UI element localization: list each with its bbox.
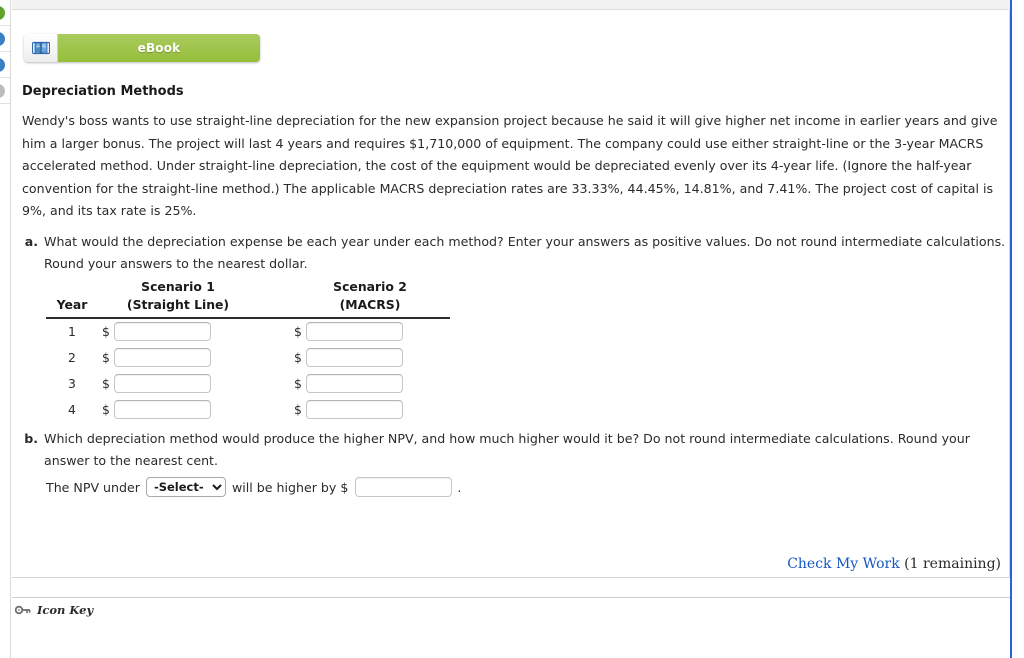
header-gap xyxy=(258,297,290,315)
input-macrs-year-4[interactable] xyxy=(306,399,403,419)
currency-symbol: $ xyxy=(294,324,302,339)
cell-straight-line: $ xyxy=(98,396,258,422)
npv-suffix-text: . xyxy=(457,479,462,495)
header-scenario1-top: Scenario 1 xyxy=(141,279,215,294)
currency-symbol: $ xyxy=(102,324,110,339)
table-row: 2 $ $ xyxy=(46,344,450,370)
input-straight-line-year-1[interactable] xyxy=(114,322,211,341)
cell-macrs: $ xyxy=(290,344,450,370)
input-straight-line-year-4[interactable] xyxy=(114,399,211,419)
part-a-label: a. xyxy=(24,234,38,249)
rail-row[interactable] xyxy=(0,78,10,104)
npv-method-select[interactable]: -Select- xyxy=(145,477,226,497)
ebook-button[interactable]: eBook xyxy=(24,34,260,62)
rail-row[interactable] xyxy=(0,0,10,26)
input-straight-line-year-3[interactable] xyxy=(114,373,211,393)
cell-straight-line: $ xyxy=(98,370,258,396)
input-macrs-year-3[interactable] xyxy=(306,373,403,393)
question-card: eBook Depreciation Methods Wendy's boss … xyxy=(12,11,1010,617)
cell-year: 2 xyxy=(68,349,76,365)
table-row: 1 $ $ xyxy=(46,318,450,344)
part-a-text: What would the depreciation expense be e… xyxy=(44,234,1006,271)
part-b-label: b. xyxy=(24,431,38,446)
check-my-work-remaining: (1 remaining) xyxy=(899,556,1001,572)
input-macrs-year-2[interactable] xyxy=(306,347,403,367)
cell-gap xyxy=(258,396,290,422)
cell-year: 1 xyxy=(68,324,76,339)
icon-key-label: Icon Key xyxy=(37,603,94,617)
content-frame: eBook Depreciation Methods Wendy's boss … xyxy=(12,0,1012,658)
npv-middle-text: will be higher by $ xyxy=(231,479,349,495)
currency-symbol: $ xyxy=(294,375,302,391)
icon-key-row[interactable]: Icon Key xyxy=(12,597,1010,617)
rail-dot-gray[interactable] xyxy=(0,84,5,98)
header-gap xyxy=(258,279,290,297)
cell-straight-line: $ xyxy=(98,318,258,344)
question-part-b: b. Which depreciation method would produ… xyxy=(22,428,1006,472)
npv-answer-line: The NPV under -Select- will be higher by… xyxy=(46,477,461,497)
rail-row[interactable] xyxy=(0,52,10,78)
currency-symbol: $ xyxy=(102,401,110,417)
header-scenario2-sub: (MACRS) xyxy=(339,297,401,312)
cell-gap xyxy=(258,344,290,370)
npv-prefix-text: The NPV under xyxy=(46,479,140,495)
check-my-work-row: Check My Work (1 remaining) xyxy=(787,556,1001,572)
table-row: 4 $ $ xyxy=(46,396,450,422)
cell-macrs: $ xyxy=(290,370,450,396)
cell-straight-line: $ xyxy=(98,344,258,370)
depreciation-answer-table: Scenario 1 Scenario 2 Year (Straight Lin… xyxy=(46,279,450,422)
table-header-row-sub: Year (Straight Line) (MACRS) xyxy=(46,297,450,315)
problem-statement: Wendy's boss wants to use straight-line … xyxy=(22,113,998,218)
left-rail xyxy=(0,0,11,658)
table-row: 3 $ $ xyxy=(46,370,450,396)
rail-dot-green[interactable] xyxy=(0,6,5,20)
cell-year: 3 xyxy=(68,375,76,391)
input-straight-line-year-2[interactable] xyxy=(114,347,211,367)
header-year: Year xyxy=(56,297,88,312)
cell-macrs: $ xyxy=(290,318,450,344)
header-scenario1-sub: (Straight Line) xyxy=(126,297,230,312)
open-book-icon[interactable] xyxy=(24,34,58,62)
cell-year: 4 xyxy=(68,401,76,417)
cell-macrs: $ xyxy=(290,396,450,422)
header-scenario2-top: Scenario 2 xyxy=(333,279,407,294)
currency-symbol: $ xyxy=(102,349,110,365)
currency-symbol: $ xyxy=(102,375,110,391)
input-macrs-year-1[interactable] xyxy=(306,322,403,341)
question-part-a: a. What would the depreciation expense b… xyxy=(22,231,1006,275)
currency-symbol: $ xyxy=(294,401,302,417)
cell-gap xyxy=(258,370,290,396)
rail-row[interactable] xyxy=(0,26,10,52)
page-title: Depreciation Methods xyxy=(22,84,184,99)
part-b-text: Which depreciation method would produce … xyxy=(44,431,970,468)
currency-symbol: $ xyxy=(294,349,302,365)
cell-gap xyxy=(258,318,290,344)
rail-dot-blue-1[interactable] xyxy=(0,32,5,46)
top-divider-bar xyxy=(12,0,1010,10)
rail-dot-blue-2[interactable] xyxy=(0,58,5,72)
check-my-work-link[interactable]: Check My Work xyxy=(787,556,900,572)
table-header-row-top: Scenario 1 Scenario 2 xyxy=(46,279,450,297)
key-icon xyxy=(15,605,31,615)
npv-amount-input[interactable] xyxy=(355,477,453,497)
ebook-button-label[interactable]: eBook xyxy=(58,34,260,62)
header-spacer xyxy=(46,279,98,297)
